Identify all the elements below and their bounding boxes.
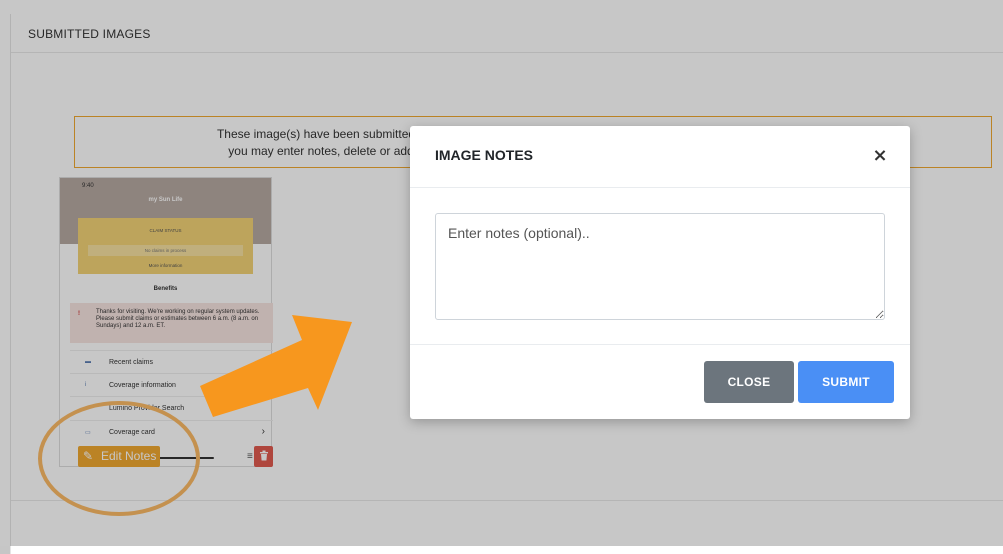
modal-title: IMAGE NOTES: [435, 147, 534, 163]
annotation-arrow-icon: [200, 315, 352, 417]
close-button[interactable]: CLOSE: [704, 361, 794, 403]
modal-header: IMAGE NOTES ×: [410, 126, 910, 188]
submit-button[interactable]: SUBMIT: [798, 361, 894, 403]
modal-footer-divider: [410, 344, 910, 345]
close-icon[interactable]: ×: [871, 146, 889, 166]
annotation-circle: [38, 401, 200, 516]
image-notes-modal: IMAGE NOTES × CLOSE SUBMIT: [410, 126, 910, 419]
notes-textarea[interactable]: [435, 213, 885, 320]
